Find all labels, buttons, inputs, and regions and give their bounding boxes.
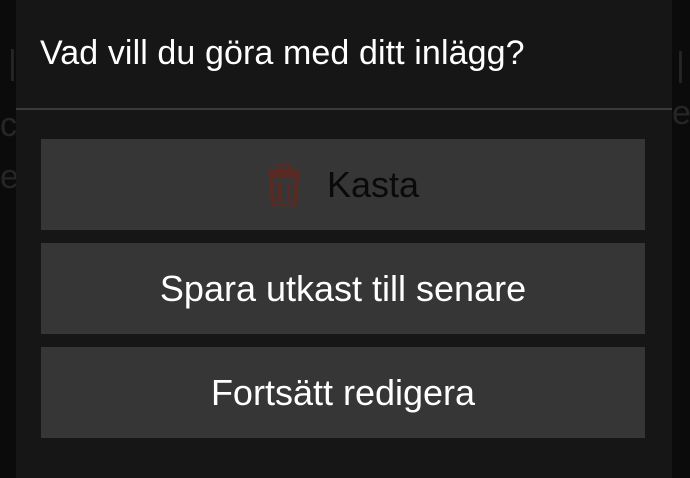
continue-editing-button-label: Fortsätt redigera (210, 371, 476, 413)
background-content-fragment: e (672, 94, 690, 132)
background-content-fragment: c (0, 106, 17, 144)
title-divider (16, 108, 672, 110)
trash-icon (267, 163, 300, 206)
save-draft-button-label: Spara utkast till senare (159, 267, 527, 309)
post-action-dialog: Vad vill du göra med ditt inlägg? Kasta … (16, 0, 672, 478)
continue-editing-button[interactable]: Fortsätt redigera (41, 347, 645, 438)
dialog-title: Vad vill du göra med ditt inlägg? (40, 34, 525, 72)
save-draft-button[interactable]: Spara utkast till senare (41, 243, 645, 334)
background-content-fragment: | (676, 46, 685, 84)
discard-button-label: Kasta (326, 163, 420, 205)
discard-button[interactable]: Kasta (41, 139, 645, 230)
